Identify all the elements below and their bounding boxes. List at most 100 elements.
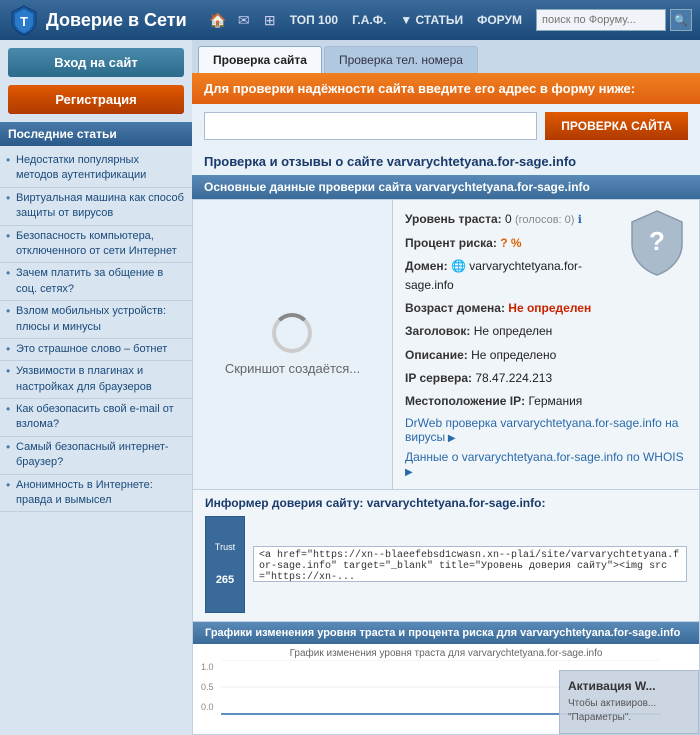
faq-link[interactable]: Г.А.Ф. <box>346 11 392 29</box>
y-label-00: 0.0 <box>201 702 214 712</box>
trust-level-value: 0 <box>505 212 515 226</box>
headline-value: Не определен <box>474 324 553 338</box>
sidebar-article-link[interactable]: Уязвимости в плагинах и настройках для б… <box>16 364 184 395</box>
age-row: Возраст домена: Не определен <box>405 297 687 320</box>
informer-section: Информер доверия сайту: varvarychtetyana… <box>192 490 700 622</box>
trust-level-label: Уровень траста: <box>405 212 502 226</box>
graph-area: График изменения уровня траста для varva… <box>193 644 699 734</box>
url-input[interactable] <box>204 112 537 140</box>
sidebar-article-link[interactable]: Взлом мобильных устройств: плюсы и минус… <box>16 304 184 335</box>
svg-text:T: T <box>20 14 28 29</box>
trust-votes: (голосов: 0) <box>515 214 574 226</box>
articles-link[interactable]: ▼ СТАТЬИ <box>394 11 469 29</box>
search-box: 🔍 <box>536 9 692 31</box>
sidebar-article-link[interactable]: Виртуальная машина как способ защиты от … <box>16 191 184 222</box>
informer-content: Trust 265 <a href="https://xn--blaeefebs… <box>193 512 699 621</box>
list-item: Взлом мобильных устройств: плюсы и минус… <box>0 301 192 339</box>
ip-value: 78.47.224.213 <box>475 371 552 385</box>
activation-title: Активация W... <box>568 679 690 693</box>
domain-label: Домен: <box>405 259 448 273</box>
location-label: Местоположение IP: <box>405 394 525 408</box>
drweb-link[interactable]: DrWeb проверка varvarychtetyana.for-sage… <box>405 416 678 444</box>
location-value: Германия <box>528 394 582 408</box>
headline-row: Заголовок: Не определен <box>405 320 687 343</box>
search-input[interactable] <box>536 9 666 31</box>
sidebar: Вход на сайт Регистрация Последние стать… <box>0 40 192 735</box>
domain-icon: 🌐 <box>451 259 469 273</box>
y-label-10: 1.0 <box>201 662 214 672</box>
screenshot-area: Скриншот создаётся... <box>193 200 393 489</box>
sidebar-article-link[interactable]: Это страшное слово – ботнет <box>16 342 184 357</box>
description-value: Не определено <box>471 348 556 362</box>
y-label-05: 0.5 <box>201 682 214 692</box>
search-button[interactable]: 🔍 <box>670 9 692 31</box>
activation-overlay: Активация W... Чтобы активиров... "Парам… <box>559 670 699 734</box>
sidebar-article-link[interactable]: Безопасность компьютера, отключенного от… <box>16 229 184 260</box>
list-item: Как обезопасить свой e-mail от взлома? <box>0 399 192 437</box>
list-item: Самый безопасный интернет-браузер? <box>0 437 192 475</box>
sidebar-article-link[interactable]: Недостатки популярных методов аутентифик… <box>16 153 184 184</box>
logo-area: T Доверие в Сети <box>8 4 187 36</box>
nav-links: 🏠 ✉ ⊞ ТОП 100 Г.А.Ф. ▼ СТАТЬИ ФОРУМ <box>206 8 528 32</box>
tab-check-phone[interactable]: Проверка тел. номера <box>324 46 478 73</box>
recent-articles-title: Последние статьи <box>0 122 192 146</box>
headline-label: Заголовок: <box>405 324 470 338</box>
drweb-link-row: DrWeb проверка varvarychtetyana.for-sage… <box>405 413 687 447</box>
tabs-bar: Проверка сайта Проверка тел. номера <box>192 40 700 73</box>
description-label: Описание: <box>405 348 468 362</box>
section-header: Основные данные проверки сайта varvarych… <box>192 175 700 199</box>
mail-icon[interactable]: ✉ <box>232 8 256 32</box>
check-site-button[interactable]: ПРОВЕРКА САЙТА <box>545 112 688 140</box>
percent-value: ? % <box>500 236 521 250</box>
graph-section: Графики изменения уровня траста и процен… <box>192 622 700 735</box>
main-layout: Вход на сайт Регистрация Последние стать… <box>0 40 700 735</box>
list-item: Недостатки популярных методов аутентифик… <box>0 150 192 188</box>
description-row: Описание: Не определено <box>405 344 687 367</box>
trust-info-icon[interactable]: ℹ <box>578 214 582 226</box>
tab-check-site[interactable]: Проверка сайта <box>198 46 322 73</box>
list-item: Уязвимости в плагинах и настройках для б… <box>0 361 192 399</box>
loading-spinner <box>272 313 312 353</box>
age-label: Возраст домена: <box>405 301 505 315</box>
list-item: Безопасность компьютера, отключенного от… <box>0 226 192 264</box>
check-result-title: Проверка и отзывы о сайте varvarychtetya… <box>192 148 700 175</box>
ip-label: IP сервера: <box>405 371 472 385</box>
url-row: ПРОВЕРКА САЙТА <box>192 104 700 148</box>
forum-link[interactable]: ФОРУМ <box>471 11 528 29</box>
sidebar-article-link[interactable]: Как обезопасить свой e-mail от взлома? <box>16 402 184 433</box>
login-button[interactable]: Вход на сайт <box>8 48 184 77</box>
logo-icon: T <box>8 4 40 36</box>
informer-header: Информер доверия сайту: varvarychtetyana… <box>193 490 699 512</box>
percent-label: Процент риска: <box>405 236 497 250</box>
screenshot-text: Скриншот создаётся... <box>225 361 360 376</box>
register-button[interactable]: Регистрация <box>8 85 184 114</box>
grid-icon[interactable]: ⊞ <box>258 8 282 32</box>
graph-title: График изменения уровня траста для varva… <box>201 648 691 659</box>
sidebar-articles: Недостатки популярных методов аутентифик… <box>0 146 192 516</box>
whois-link-row: Данные о varvarychtetyana.for-sage.info … <box>405 447 687 481</box>
whois-link[interactable]: Данные о varvarychtetyana.for-sage.info … <box>405 450 684 478</box>
location-row: Местоположение IP: Германия <box>405 390 687 413</box>
list-item: Это страшное слово – ботнет <box>0 339 192 361</box>
ip-row: IP сервера: 78.47.224.213 <box>405 367 687 390</box>
list-item: Анонимность в Интернете: правда и вымысе… <box>0 475 192 513</box>
home-icon[interactable]: 🏠 <box>206 8 230 32</box>
trust-shield: ? <box>627 208 687 278</box>
site-title: Доверие в Сети <box>46 10 187 31</box>
top-navigation: T Доверие в Сети 🏠 ✉ ⊞ ТОП 100 Г.А.Ф. ▼ … <box>0 0 700 40</box>
graph-header: Графики изменения уровня траста и процен… <box>193 622 699 644</box>
informer-code-textarea[interactable]: <a href="https://xn--blaeefebsd1cwasn.xn… <box>253 546 687 582</box>
svg-text:?: ? <box>649 226 665 256</box>
orange-banner: Для проверки надёжности сайта введите ег… <box>192 73 700 104</box>
top100-link[interactable]: ТОП 100 <box>284 11 344 29</box>
sidebar-article-link[interactable]: Зачем платить за общение в соц. сетях? <box>16 266 184 297</box>
sidebar-article-link[interactable]: Анонимность в Интернете: правда и вымысе… <box>16 478 184 509</box>
list-item: Зачем платить за общение в соц. сетях? <box>0 263 192 301</box>
sidebar-article-link[interactable]: Самый безопасный интернет-браузер? <box>16 440 184 471</box>
content-area: Проверка сайта Проверка тел. номера Для … <box>192 40 700 735</box>
informer-badge: Trust 265 <box>205 516 245 613</box>
age-value: Не определен <box>508 301 591 315</box>
list-item: Виртуальная машина как способ защиты от … <box>0 188 192 226</box>
data-section: Скриншот создаётся... ? Уровень траста: … <box>192 199 700 490</box>
data-right: ? Уровень траста: 0 (голосов: 0) ℹ Проце… <box>393 200 699 489</box>
